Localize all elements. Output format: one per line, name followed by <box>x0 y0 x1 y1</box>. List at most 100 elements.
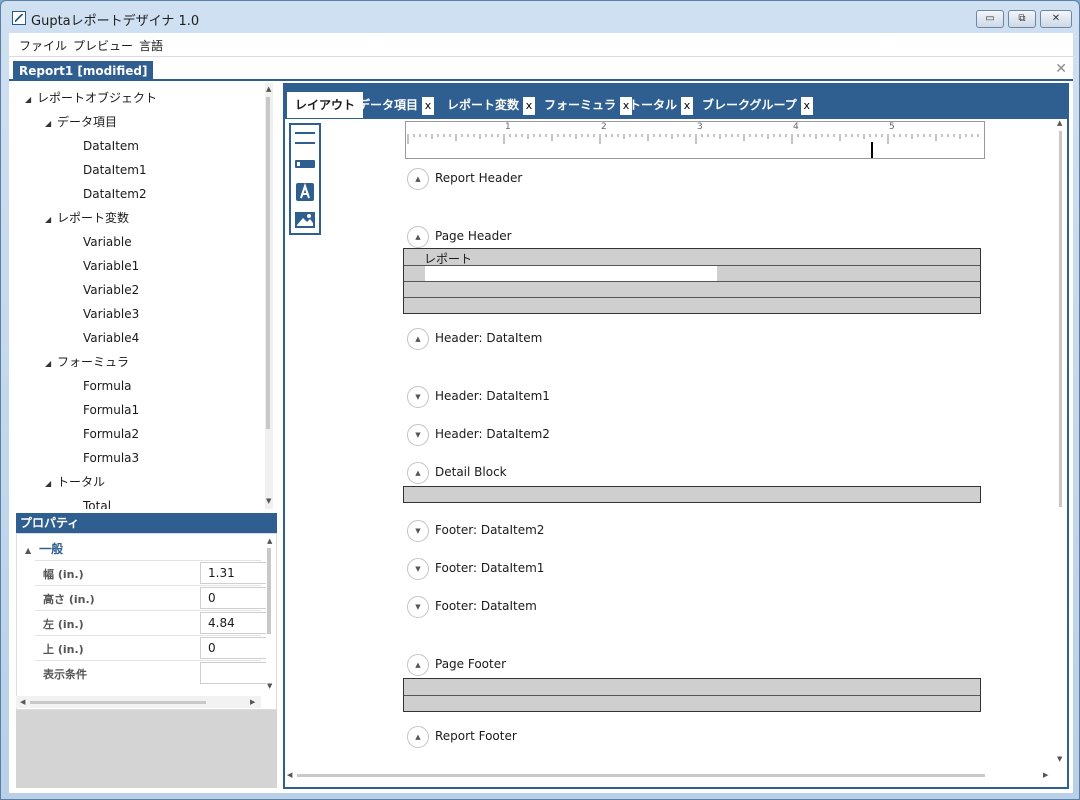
maximize-button[interactable]: ⧉ <box>1008 10 1036 28</box>
band-report-footer[interactable]: ▲ Report Footer <box>407 725 517 748</box>
scroll-down-icon[interactable]: ▼ <box>266 497 271 505</box>
tab-formulas[interactable]: フォーミュラ x <box>544 92 633 118</box>
menu-file[interactable]: ファイル <box>19 37 67 54</box>
property-value-input[interactable]: 1.31 <box>200 562 270 584</box>
tree-group-data-items[interactable]: ◢ データ項目 <box>45 112 117 132</box>
band-report-header[interactable]: ▲ Report Header <box>407 167 522 190</box>
tab-break-groups[interactable]: ブレークグループ x <box>702 92 813 118</box>
layout-hscroll-thumb[interactable] <box>297 774 985 777</box>
tree-item-dataitem1[interactable]: DataItem1 <box>83 160 147 180</box>
properties-scroll-thumb[interactable] <box>267 548 271 634</box>
line-tool-icon[interactable] <box>294 127 316 149</box>
layout-vscrollbar[interactable]: ▲ ▼ <box>1055 119 1067 769</box>
scroll-left-icon[interactable]: ◀ <box>20 698 25 706</box>
title-bar[interactable]: Guptaレポートデザイナ 1.0 ▭ ⧉ ✕ <box>1 1 1079 33</box>
tree-group-formulas[interactable]: ◢ フォーミュラ <box>45 352 129 372</box>
layout-hscrollbar[interactable]: ◀ ▶ <box>285 769 1055 783</box>
band-header-dataitem1[interactable]: ▼ Header: DataItem1 <box>407 385 550 408</box>
property-value-input[interactable]: 4.84 <box>200 612 270 634</box>
minimize-button[interactable]: ▭ <box>976 10 1004 28</box>
collapse-band-icon[interactable]: ▲ <box>407 327 429 350</box>
expand-arrow-icon[interactable]: ◢ <box>45 114 57 134</box>
close-tab-icon[interactable]: x <box>523 96 536 115</box>
layout-vscroll-thumb[interactable] <box>1059 131 1062 507</box>
tree-group-totals[interactable]: ◢ トータル <box>45 472 105 492</box>
scroll-down-icon[interactable]: ▼ <box>1057 755 1062 763</box>
expand-band-icon[interactable]: ▼ <box>407 595 429 618</box>
detail-band-area[interactable] <box>403 486 981 503</box>
tree-scroll-thumb[interactable] <box>266 97 270 429</box>
menu-preview[interactable]: プレビュー <box>73 37 133 54</box>
properties-scrollbar[interactable]: ▲ ▼ <box>266 534 274 696</box>
tree-item-variable1[interactable]: Variable1 <box>83 256 139 276</box>
tree-item-variable3[interactable]: Variable3 <box>83 304 139 324</box>
tree-item-variable[interactable]: Variable <box>83 232 132 252</box>
tree-item-dataitem[interactable]: DataItem <box>83 136 139 156</box>
scroll-up-icon[interactable]: ▲ <box>266 85 271 93</box>
tab-data-items[interactable]: データ項目 x <box>358 92 435 118</box>
menu-language[interactable]: 言語 <box>139 37 163 54</box>
collapse-arrow-icon[interactable]: ▲ <box>25 546 31 555</box>
tab-totals[interactable]: トータル x <box>629 92 694 118</box>
collapse-band-icon[interactable]: ▲ <box>407 653 429 676</box>
property-value-input[interactable]: 0 <box>200 637 270 659</box>
document-tab[interactable]: Report1 [modified] <box>13 61 154 81</box>
close-tab-icon[interactable]: x <box>800 96 813 115</box>
image-tool-icon[interactable] <box>294 209 316 231</box>
expand-arrow-icon[interactable]: ◢ <box>45 210 57 230</box>
scroll-down-icon[interactable]: ▼ <box>267 682 272 690</box>
scroll-left-icon[interactable]: ◀ <box>287 771 292 779</box>
scroll-right-icon[interactable]: ▶ <box>250 698 255 706</box>
close-button[interactable]: ✕ <box>1040 10 1072 28</box>
tree-item-formula1[interactable]: Formula1 <box>83 400 139 420</box>
property-group-general[interactable]: ▲ 一般 <box>25 540 63 557</box>
scroll-up-icon[interactable]: ▲ <box>1057 119 1062 127</box>
expand-band-icon[interactable]: ▼ <box>407 557 429 580</box>
close-tab-icon[interactable]: x <box>422 96 435 115</box>
band-page-footer[interactable]: ▲ Page Footer <box>407 653 506 676</box>
tree-item-formula[interactable]: Formula <box>83 376 132 396</box>
expand-band-icon[interactable]: ▼ <box>407 519 429 542</box>
selected-field[interactable] <box>425 266 717 281</box>
band-footer-dataitem[interactable]: ▼ Footer: DataItem <box>407 595 537 618</box>
band-header-dataitem[interactable]: ▲ Header: DataItem <box>407 327 542 350</box>
close-tab-icon[interactable]: x <box>681 96 694 115</box>
rectangle-tool-icon[interactable] <box>294 153 316 175</box>
properties-hscrollbar[interactable]: ◀ ▶ <box>16 696 261 708</box>
band-detail-block[interactable]: ▲ Detail Block <box>407 461 507 484</box>
expand-arrow-icon[interactable]: ◢ <box>25 90 37 110</box>
page-header-band-area[interactable]: レポート <box>403 248 981 314</box>
tree-item-variable4[interactable]: Variable4 <box>83 328 139 348</box>
tab-report-variables[interactable]: レポート変数 x <box>447 92 536 118</box>
tree-group-report-variables[interactable]: ◢ レポート変数 <box>45 208 129 228</box>
tree-root[interactable]: ◢ レポートオブジェクト <box>25 88 157 108</box>
expand-arrow-icon[interactable]: ◢ <box>45 474 57 494</box>
collapse-band-icon[interactable]: ▲ <box>407 167 429 190</box>
collapse-band-icon[interactable]: ▲ <box>407 725 429 748</box>
property-value-input[interactable] <box>200 662 270 684</box>
properties-hscroll-thumb[interactable] <box>30 701 206 704</box>
band-page-header[interactable]: ▲ Page Header <box>407 225 512 248</box>
collapse-band-icon[interactable]: ▲ <box>407 225 429 248</box>
collapse-band-icon[interactable]: ▲ <box>407 461 429 484</box>
tree-item-formula3[interactable]: Formula3 <box>83 448 139 468</box>
text-tool-icon[interactable] <box>294 181 316 203</box>
band-footer-dataitem2[interactable]: ▼ Footer: DataItem2 <box>407 519 544 542</box>
close-document-icon[interactable]: ✕ <box>1055 61 1067 77</box>
tree-item-formula2[interactable]: Formula2 <box>83 424 139 444</box>
tab-layout[interactable]: レイアウト <box>287 92 364 118</box>
band-footer-dataitem1[interactable]: ▼ Footer: DataItem1 <box>407 557 544 580</box>
scroll-right-icon[interactable]: ▶ <box>1043 771 1048 779</box>
band-header-dataitem2[interactable]: ▼ Header: DataItem2 <box>407 423 550 446</box>
expand-band-icon[interactable]: ▼ <box>407 385 429 408</box>
expand-arrow-icon[interactable]: ◢ <box>45 354 57 374</box>
scroll-up-icon[interactable]: ▲ <box>267 537 272 545</box>
property-row-width: 幅 (in.) 1.31 <box>35 560 270 585</box>
tree-scrollbar[interactable]: ▲ ▼ <box>265 83 273 509</box>
expand-band-icon[interactable]: ▼ <box>407 423 429 446</box>
tree-item-total[interactable]: Total <box>83 496 111 509</box>
property-value-input[interactable]: 0 <box>200 587 270 609</box>
tree-item-variable2[interactable]: Variable2 <box>83 280 139 300</box>
page-footer-band-area[interactable] <box>403 678 981 712</box>
tree-item-dataitem2[interactable]: DataItem2 <box>83 184 147 204</box>
